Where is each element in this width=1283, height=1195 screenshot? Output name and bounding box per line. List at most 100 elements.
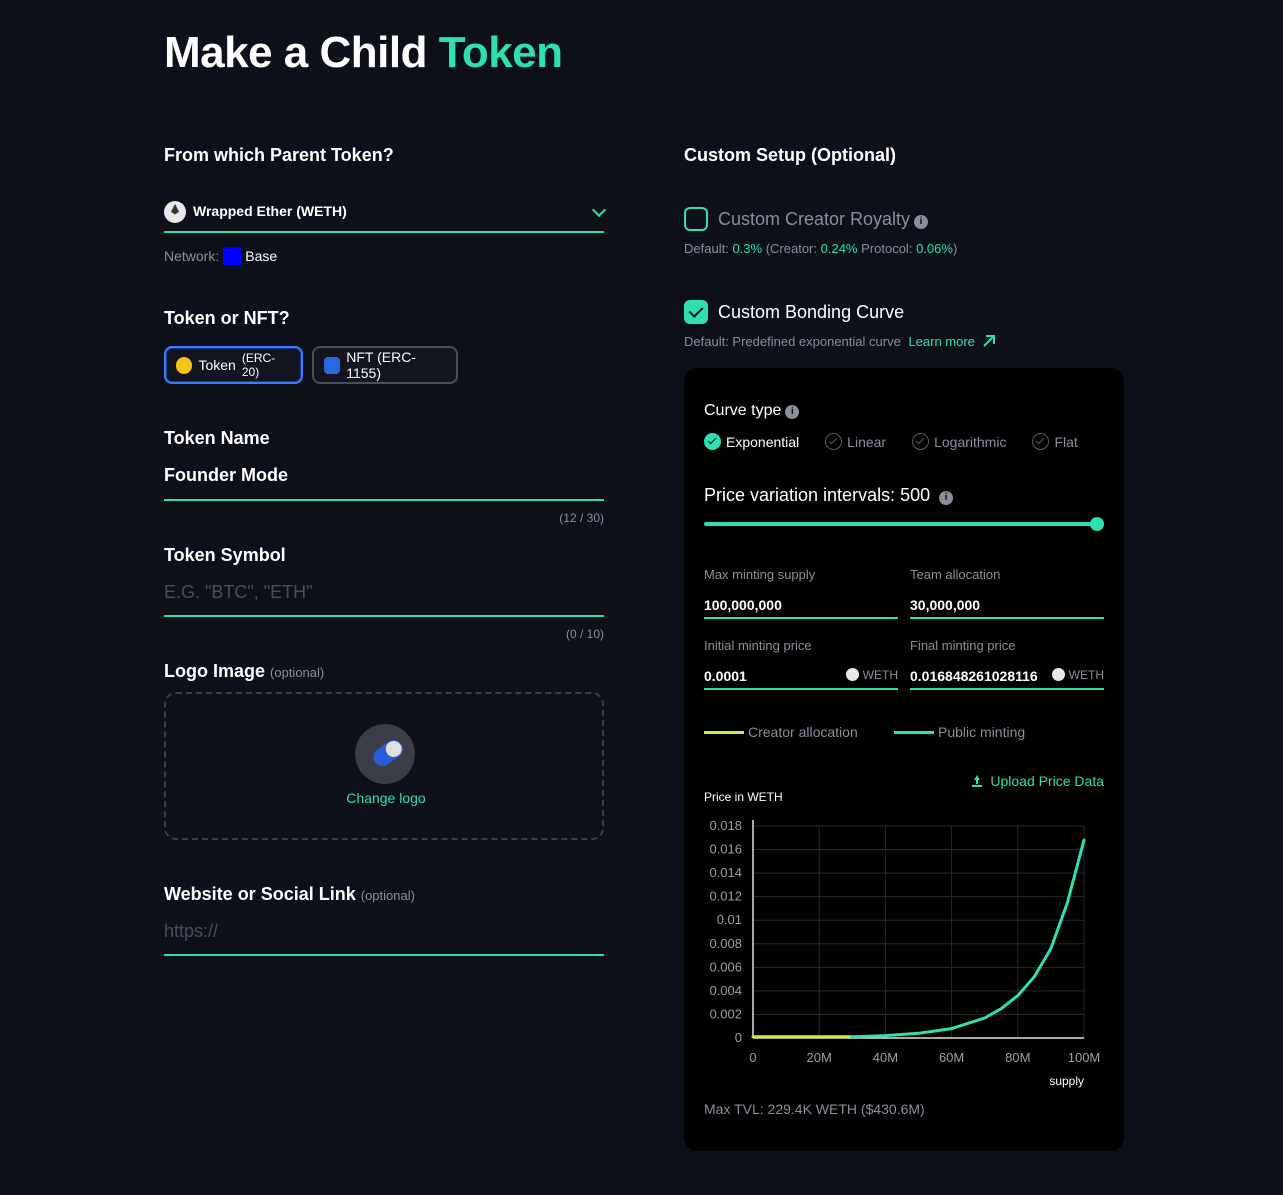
token-name-input[interactable]: Founder Mode	[164, 465, 288, 486]
nft-option-label: NFT (ERC-1155)	[346, 349, 416, 381]
token-name-underline	[164, 499, 604, 501]
init-price-field: Initial minting price 0.0001 WETH	[704, 638, 898, 690]
curve-option-logarithmic[interactable]: Logarithmic	[912, 433, 1006, 450]
token-option-sub: (ERC-20)	[241, 351, 276, 379]
x-tick-label: 0	[749, 1050, 756, 1065]
check-circle-icon	[825, 433, 843, 450]
parent-token-underline	[164, 231, 604, 233]
page-title: Make a Child Token	[164, 28, 563, 78]
token-symbol-counter: (0 / 10)	[565, 627, 604, 641]
team-alloc-input[interactable]: 30,000,000	[910, 597, 980, 613]
nft-erc1155-button[interactable]: NFT (ERC-1155)	[312, 346, 458, 384]
x-axis-title: supply	[1049, 1074, 1084, 1088]
chevron-down-icon[interactable]	[591, 202, 607, 218]
x-tick-label: 80M	[1005, 1050, 1030, 1065]
max-tvl-text: Max TVL: 229.4K WETH ($430.6M)	[704, 1101, 925, 1117]
title-main: Make a Child	[164, 28, 427, 77]
team-alloc-field: Team allocation 30,000,000	[910, 567, 1104, 619]
network-info: Network: Base	[164, 247, 277, 265]
bonding-curve-checkbox[interactable]	[684, 300, 708, 324]
legend-creator: Creator allocation	[704, 724, 858, 740]
network-value: Base	[245, 248, 278, 264]
curve-option-exponential[interactable]: Exponential	[704, 433, 799, 450]
intervals-label: Price variation intervals: 500 i	[704, 485, 954, 506]
y-tick-label: 0.018	[709, 818, 742, 833]
nft-square-icon	[324, 356, 341, 374]
x-tick-label: 20M	[807, 1050, 832, 1065]
title-accent: Token	[438, 28, 563, 77]
intervals-slider-thumb[interactable]	[1090, 517, 1104, 531]
final-price-field: Final minting price 0.016848261028116 WE…	[910, 638, 1104, 690]
parent-token-label: From which Parent Token?	[164, 145, 394, 165]
token-erc20-button[interactable]: Token (ERC-20)	[164, 346, 303, 384]
info-icon: i	[785, 405, 800, 419]
weth-icon	[845, 668, 859, 681]
x-tick-label: 40M	[873, 1050, 898, 1065]
bonding-curve-title: Custom Bonding Curve	[718, 302, 905, 322]
network-label: Network:	[164, 248, 220, 264]
x-tick-label: 60M	[939, 1050, 964, 1065]
check-circle-icon	[704, 433, 721, 450]
token-coin-icon	[176, 356, 193, 374]
external-arrow-icon	[982, 335, 995, 347]
bonding-curve-panel: Curve type i Exponential Linear Logarithm…	[684, 368, 1124, 1151]
bonding-default-text: Default: Predefined exponential curve Le…	[684, 334, 996, 349]
upload-price-data-button[interactable]: Upload Price Data	[972, 773, 1104, 789]
info-icon: i	[939, 491, 954, 505]
final-price-input[interactable]: 0.016848261028116	[910, 668, 1042, 684]
y-tick-label: 0.006	[709, 959, 742, 974]
y-tick-label: 0.016	[709, 842, 742, 857]
final-price-unit: WETH	[1051, 668, 1104, 682]
x-tick-label: 100M	[1068, 1050, 1101, 1065]
y-tick-label: 0.008	[709, 936, 742, 951]
check-circle-icon	[912, 433, 930, 450]
init-price-unit: WETH	[845, 668, 898, 682]
upload-icon	[972, 775, 983, 787]
logo-preview	[355, 724, 415, 784]
price-chart: Price in WETH 0 0.002 0.004 0.006 0.008 0.01 0.…	[704, 790, 1101, 1088]
royalty-checkbox[interactable]	[684, 207, 708, 231]
weth-icon	[1051, 668, 1065, 681]
intervals-slider-track[interactable]	[704, 522, 1097, 526]
weth-icon	[164, 201, 186, 223]
logo-optional-tag: (optional)	[270, 665, 325, 680]
y-tick-label: 0.012	[709, 889, 742, 904]
curve-option-flat[interactable]: Flat	[1032, 433, 1078, 450]
y-axis-title: Price in WETH	[704, 790, 783, 804]
website-label-text: Website or Social Link	[164, 884, 356, 904]
y-tick-label: 0.014	[709, 865, 742, 880]
token-symbol-input[interactable]: E.G. "BTC", "ETH"	[164, 582, 313, 603]
logo-label-text: Logo Image	[164, 661, 266, 681]
curve-option-linear[interactable]: Linear	[825, 433, 886, 450]
token-type-label: Token or NFT?	[164, 308, 290, 328]
logo-dropzone[interactable]: Change logo	[164, 692, 604, 840]
check-circle-icon	[1032, 433, 1050, 450]
team-alloc-label: Team allocation	[910, 567, 1001, 582]
legend-swatch	[894, 730, 934, 734]
custom-setup-label: Custom Setup (Optional)	[684, 145, 896, 165]
parent-token-select[interactable]: Wrapped Ether (WETH)	[164, 199, 607, 233]
change-logo-link[interactable]: Change logo	[166, 790, 606, 806]
learn-more-link[interactable]: Learn more	[908, 334, 974, 349]
website-input[interactable]: https://	[164, 921, 218, 942]
max-supply-input[interactable]: 100,000,000	[704, 597, 782, 613]
legend-public: Public minting	[894, 724, 1025, 740]
init-price-input[interactable]: 0.0001	[704, 668, 834, 684]
legend-swatch	[704, 730, 744, 734]
website-optional-tag: (optional)	[360, 888, 415, 903]
token-symbol-underline	[164, 615, 604, 617]
series-line-public	[850, 838, 1086, 1039]
website-label: Website or Social Link (optional)	[164, 884, 415, 905]
pill-icon	[369, 736, 407, 770]
final-price-label: Final minting price	[910, 638, 1016, 653]
website-underline	[164, 954, 604, 956]
token-name-label: Token Name	[164, 428, 270, 448]
max-supply-field: Max minting supply 100,000,000	[704, 567, 898, 619]
curve-type-label: Curve type i	[704, 402, 800, 420]
base-network-icon	[223, 247, 242, 265]
logo-image-label: Logo Image (optional)	[164, 661, 324, 682]
royalty-label: Custom Creator Royalty	[718, 209, 911, 229]
parent-token-value: Wrapped Ether (WETH)	[193, 203, 347, 219]
y-tick-label: 0.004	[709, 983, 742, 998]
curve-type-options: Exponential Linear Logarithmic Flat	[704, 433, 1104, 450]
